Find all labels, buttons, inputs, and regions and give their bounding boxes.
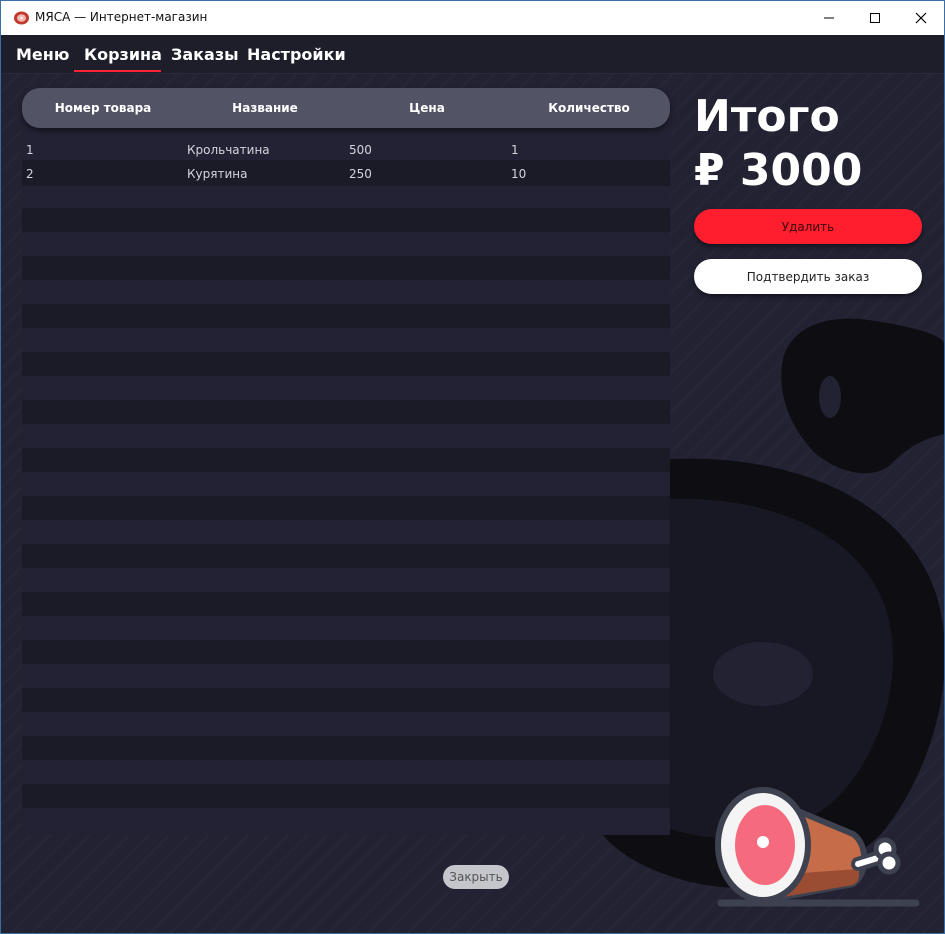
- app-window: МЯСА — Интернет-магазин Меню Корзина Зак…: [0, 0, 945, 934]
- ham-icon: [715, 787, 920, 907]
- table-row: [22, 448, 670, 472]
- cart-table: Номер товара Название Цена Количество 1 …: [22, 88, 670, 835]
- column-header-item-number[interactable]: Номер товара: [23, 101, 183, 115]
- total-amount: ₽ 3000: [694, 145, 863, 196]
- cell-price: 250: [349, 167, 372, 181]
- table-row: [22, 592, 670, 616]
- table-row: [22, 640, 670, 664]
- table-row: [22, 544, 670, 568]
- table-row: [22, 400, 670, 424]
- cell-quantity: 10: [511, 167, 527, 181]
- cart-page: Номер товара Название Цена Количество 1 …: [1, 74, 944, 933]
- maximize-button[interactable]: [852, 1, 898, 35]
- window-title: МЯСА — Интернет-магазин: [35, 10, 208, 24]
- column-header-quantity[interactable]: Количество: [509, 101, 669, 115]
- nav-item-settings[interactable]: Настройки: [247, 45, 346, 64]
- cell-quantity: 1: [511, 143, 519, 157]
- column-header-name[interactable]: Название: [185, 101, 345, 115]
- table-row: [22, 496, 670, 520]
- title-bar: МЯСА — Интернет-магазин: [1, 1, 944, 35]
- close-button[interactable]: Закрыть: [443, 865, 509, 889]
- close-icon: [915, 12, 927, 24]
- table-row[interactable]: 1 Крольчатина 500 1: [22, 138, 670, 162]
- cell-name: Курятина: [187, 167, 248, 181]
- minimize-button[interactable]: [806, 1, 852, 35]
- table-row[interactable]: 2 Курятина 250 10: [22, 162, 670, 186]
- cell-item-number: 1: [26, 143, 34, 157]
- table-header: Номер товара Название Цена Количество: [22, 88, 670, 128]
- table-row: [22, 784, 670, 808]
- table-row: [22, 736, 670, 760]
- table-row: [22, 208, 670, 232]
- active-tab-indicator: [74, 70, 161, 72]
- total-label: Итого: [694, 91, 840, 142]
- close-window-button[interactable]: [898, 1, 944, 35]
- table-row: [22, 688, 670, 712]
- table-row: [22, 256, 670, 280]
- main-nav: Меню Корзина Заказы Настройки: [1, 35, 944, 74]
- table-row: [22, 352, 670, 376]
- maximize-icon: [870, 13, 880, 23]
- confirm-order-button[interactable]: Подтвердить заказ: [694, 259, 922, 294]
- delete-button[interactable]: Удалить: [694, 209, 922, 244]
- nav-item-cart[interactable]: Корзина: [84, 45, 162, 64]
- cell-name: Крольчатина: [187, 143, 270, 157]
- nav-item-menu[interactable]: Меню: [16, 45, 69, 64]
- column-header-price[interactable]: Цена: [347, 101, 507, 115]
- nav-item-orders[interactable]: Заказы: [171, 45, 239, 64]
- meat-icon: [14, 11, 29, 25]
- table-row: [22, 304, 670, 328]
- minimize-icon: [824, 17, 834, 19]
- cell-item-number: 2: [26, 167, 34, 181]
- cell-price: 500: [349, 143, 372, 157]
